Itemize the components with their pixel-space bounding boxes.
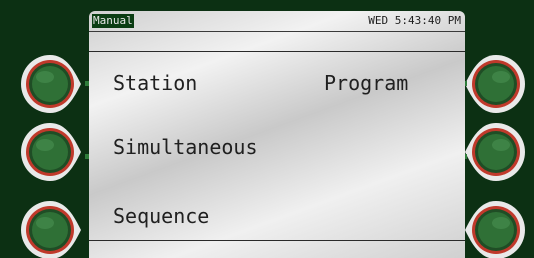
mode-label: Manual: [92, 14, 134, 28]
right-softkey-2[interactable]: [464, 120, 528, 184]
header-divider: [89, 51, 465, 52]
menu-item-program[interactable]: Program: [324, 71, 408, 95]
lcd-screen: Manual WED 5:43:40 PM Station Program Si…: [89, 11, 465, 258]
softkey-button-icon: [21, 201, 81, 258]
softkey-button-icon: [21, 55, 82, 113]
softkey-button-icon: [465, 123, 525, 181]
controller-panel: Manual WED 5:43:40 PM Station Program Si…: [0, 0, 534, 258]
softkey-button-icon: [465, 201, 525, 258]
softkey-button-icon: [21, 123, 82, 181]
right-softkey-1[interactable]: [464, 52, 528, 116]
left-softkey-2[interactable]: [18, 120, 82, 184]
status-bar: Manual WED 5:43:40 PM: [89, 11, 465, 32]
menu-item-station[interactable]: Station: [113, 71, 197, 95]
left-softkey-1[interactable]: [18, 52, 82, 116]
right-softkey-3[interactable]: [464, 198, 528, 258]
clock-display: WED 5:43:40 PM: [368, 14, 461, 27]
menu-item-simultaneous[interactable]: Simultaneous: [113, 135, 258, 159]
menu-item-sequence[interactable]: Sequence: [113, 204, 209, 228]
softkey-button-icon: [465, 55, 525, 113]
left-softkey-3[interactable]: [18, 198, 82, 258]
footer-divider: [89, 240, 465, 241]
